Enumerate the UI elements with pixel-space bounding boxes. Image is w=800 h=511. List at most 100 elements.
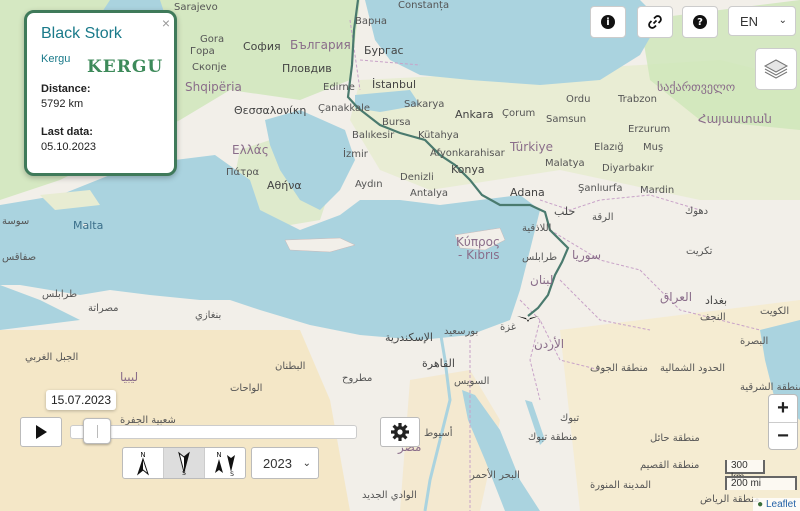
scale-km: 300 km [725,460,765,483]
place-label: Shqipëria [185,80,242,94]
south-arrow-icon: S [178,451,190,476]
place-label: المنطقة الشرقية [740,382,800,393]
place-label: الإسكندرية [385,331,433,344]
place-label: Trabzon [618,94,657,105]
place-label: İstanbul [372,78,417,91]
south-letter: S [230,471,234,476]
place-label: Ankara [455,108,494,121]
place-label: منطقة الرياض [700,494,760,505]
place-label: سوسة [2,216,30,227]
north-up-button[interactable]: N [123,448,163,478]
place-label: لبنان [530,273,554,287]
place-label: Пловдив [282,62,332,75]
place-label: Konya [451,163,485,176]
place-label: الأردن [534,337,565,351]
place-label: منطقة تبوك [528,432,578,443]
place-label: საქართველო [657,80,736,94]
settings-button[interactable] [380,417,420,447]
place-label: بغداد [705,294,728,307]
place-label: الحدود الشمالية [660,363,725,374]
place-label: السويس [454,376,490,387]
info-button[interactable]: i [590,6,626,38]
place-label: България [290,38,351,52]
place-label: سوريا [572,248,602,262]
language-select[interactable]: EN ⌄ [728,6,796,36]
place-label: Muş [643,142,664,153]
last-data-label: Last data: [41,126,93,138]
place-label: Бургас [364,44,404,57]
place-label: بنغازي [195,310,222,321]
place-label: - Kıbrıs [458,248,500,262]
place-label: العراق [660,290,693,304]
bird-name-link[interactable]: Kergu [41,53,70,65]
zoom-out-button[interactable]: − [769,422,797,449]
place-label: ليبيا [120,370,139,384]
info-icon: i [601,15,615,29]
place-label: البطنان [275,361,306,372]
chevron-down-icon: ⌄ [302,458,311,469]
play-button[interactable] [20,417,62,447]
last-data-value: 05.10.2023 [41,141,97,153]
place-label: Αθήνα [267,179,302,192]
leaflet-link[interactable]: Leaflet [766,499,796,510]
south-up-button[interactable]: S [163,448,204,478]
place-label: الواحات [230,383,263,394]
place-label: حلب [554,205,576,218]
current-date-badge: 15.07.2023 [46,390,116,410]
place-label: Adana [510,186,545,199]
place-label: Samsun [546,114,587,125]
place-label: Mardin [640,185,675,196]
place-label: منطقة الجوف [590,363,648,374]
help-icon: ? [693,15,707,29]
place-label: مطروح [342,373,373,384]
place-label: الوادي الجديد [362,490,417,501]
help-button[interactable]: ? [682,6,718,38]
place-label: Şanlıurfa [578,183,623,194]
place-label: النجف [700,312,726,323]
place-label: منطقة حائل [650,433,700,444]
place-label: Afyonkarahisar [430,148,505,159]
place-label: البصرة [740,336,769,347]
layers-button[interactable] [755,48,797,90]
south-letter: S [182,470,186,476]
both-directions-button[interactable]: N S [204,448,245,478]
map-orientation-group: N S N S [122,447,246,479]
place-label: الكويت [760,306,790,317]
place-label: Sakarya [404,99,445,110]
play-icon [36,425,47,439]
timeline-slider[interactable] [70,425,357,439]
layers-icon [763,59,789,79]
timeline-slider-handle[interactable] [82,418,111,444]
place-label: المدينة المنورة [590,480,652,491]
place-label: Constanța [398,0,450,11]
share-link-button[interactable] [637,6,673,38]
north-south-arrows-icon: N S [215,451,235,476]
place-label: دهوك [685,206,709,217]
place-label: مصراتة [88,303,119,314]
zoom-in-button[interactable]: + [769,395,797,422]
attribution: ● Leaflet [753,498,800,511]
place-label: Sarajevo [174,2,218,13]
place-label: غزة [500,322,516,333]
place-label: منطقة القصيم [640,460,700,471]
gear-icon [391,423,409,441]
zoom-control: + − [768,394,798,450]
close-icon[interactable]: × [162,15,170,31]
year-value: 2023 [263,455,292,471]
place-label: الجبل الغربي [25,352,79,363]
north-arrow-icon: N [136,451,150,476]
place-label: Варна [355,16,388,27]
place-label: تكريت [686,246,713,257]
place-label: البحر الأحمر [470,470,520,481]
species-name: Black Stork [41,25,122,42]
place-label: Çorum [502,108,536,119]
bird-info-card: × Black Stork Kergu KERGU Distance: 5792… [24,10,177,176]
year-select[interactable]: 2023 ⌄ [251,447,319,479]
place-label: Kütahya [418,130,459,141]
language-value: EN [740,13,759,29]
place-label: طرابلس [522,252,558,263]
distance-label: Distance: [41,83,91,95]
distance-value: 5792 km [41,98,84,110]
place-label: Malta [73,219,104,232]
place-label: Հայաստան [698,112,772,126]
